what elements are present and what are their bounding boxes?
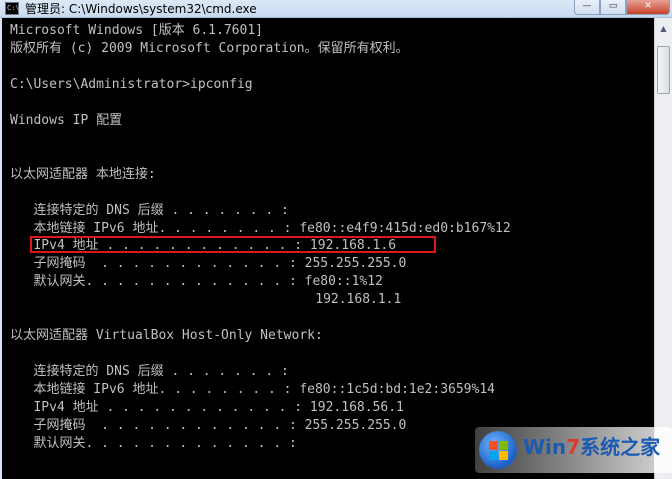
console-output[interactable]: Microsoft Windows [版本 6.1.7601] 版权所有 (c)… [2, 18, 654, 479]
watermark: Win7系统之家 [475, 427, 672, 473]
console-line: Windows IP 配置 [10, 113, 123, 128]
watermark-suffix: 系统之家 [580, 435, 661, 459]
scrollbar-thumb[interactable] [657, 46, 670, 94]
console-line: 子网掩码 . . . . . . . . . . . . : 255.255.2… [10, 418, 407, 433]
console-line: 子网掩码 . . . . . . . . . . . . : 255.255.2… [10, 256, 407, 271]
close-button[interactable]: ✕ [626, 0, 670, 15]
maximize-button[interactable]: ▭ [600, 0, 626, 15]
title-bar[interactable]: C:\ 管理员: C:\Windows\system32\cmd.exe — ▭… [0, 0, 672, 18]
console-line: 本地链接 IPv6 地址. . . . . . . . : fe80::e4f9… [10, 221, 511, 236]
console-line: 192.168.1.1 [10, 292, 402, 307]
watermark-brand: Win [523, 435, 567, 459]
vertical-scrollbar[interactable]: ▲ [654, 18, 672, 479]
console-line: 连接特定的 DNS 后缀 . . . . . . . : [10, 203, 289, 218]
console-line: Microsoft Windows [版本 6.1.7601] [10, 23, 263, 38]
windows-logo-icon [479, 431, 517, 469]
console-line: 本地链接 IPv6 地址. . . . . . . . : fe80::1c5d… [10, 382, 495, 397]
console-line: 默认网关. . . . . . . . . . . . . : [10, 436, 297, 451]
console-line: C:\Users\Administrator>ipconfig [10, 77, 253, 92]
watermark-text: Win7系统之家 [523, 435, 660, 459]
logo-flag-yellow [499, 451, 508, 460]
console-line: 以太网适配器 VirtualBox Host-Only Network: [10, 328, 323, 343]
console-line: IPv4 地址 . . . . . . . . . . . . : 192.16… [10, 400, 404, 415]
console-line: 版权所有 (c) 2009 Microsoft Corporation。保留所有… [10, 41, 409, 56]
console-line: 以太网适配器 本地连接: [10, 167, 156, 182]
console-line: 默认网关. . . . . . . . . . . . . : fe80::1%… [10, 274, 383, 289]
window-title: 管理员: C:\Windows\system32\cmd.exe [25, 2, 257, 16]
watermark-accent: 7 [566, 435, 581, 459]
scroll-up-arrow-icon[interactable]: ▲ [656, 20, 671, 37]
logo-flag-blue [489, 451, 498, 460]
cmd-icon-prompt: C:\ [7, 4, 20, 12]
window-controls: — ▭ ✕ [574, 0, 670, 16]
logo-flag-green [499, 441, 508, 450]
cmd-icon[interactable]: C:\ [5, 2, 20, 15]
logo-flag-red [489, 441, 498, 450]
console-line: 连接特定的 DNS 后缀 . . . . . . . : [10, 364, 289, 379]
ipv4-highlight-box [30, 236, 436, 253]
minimize-button[interactable]: — [574, 0, 600, 15]
